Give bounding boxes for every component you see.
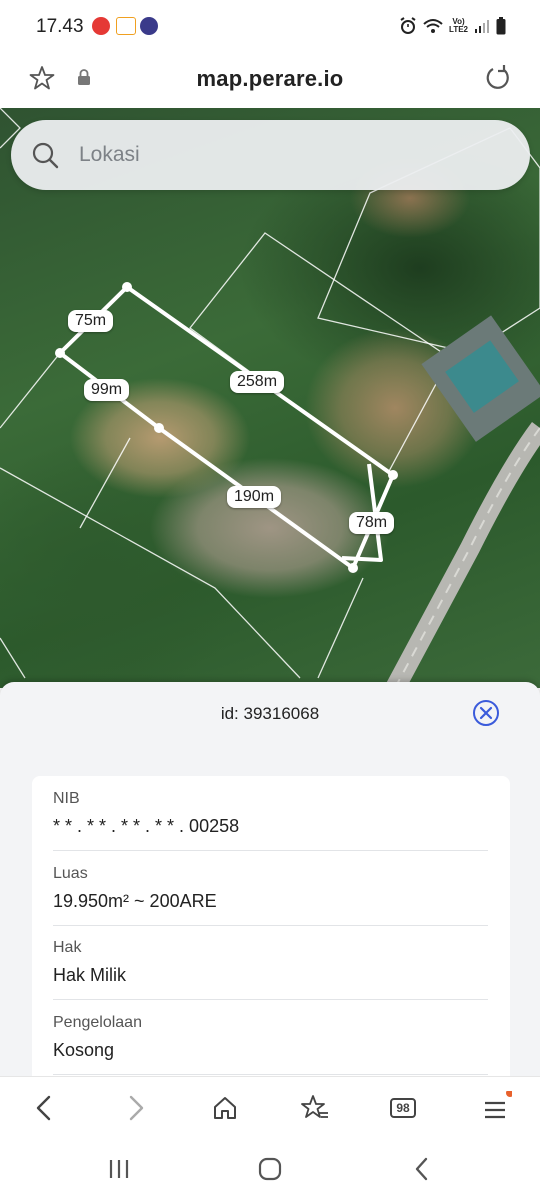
parcel-boundary bbox=[317, 577, 364, 679]
close-icon[interactable] bbox=[472, 699, 500, 727]
app-notification-icon bbox=[116, 17, 136, 35]
measurement-label: 190m bbox=[227, 486, 282, 508]
bookmarks-button[interactable] bbox=[298, 1091, 332, 1125]
browser-toolbar: 98 bbox=[0, 1076, 540, 1138]
parcel-info-panel: id: 39316068 NIB * * . * * . * * . * * .… bbox=[0, 682, 540, 1086]
field-value: Kosong bbox=[53, 1040, 115, 1060]
status-bar: 17.43 Vo) LTE2 bbox=[0, 0, 540, 52]
home-nav-button[interactable] bbox=[253, 1154, 287, 1184]
field-value: 19.950m² ~ 200ARE bbox=[53, 891, 217, 911]
home-circle-icon bbox=[258, 1157, 282, 1181]
home-icon bbox=[214, 1097, 236, 1119]
field-label: NIB bbox=[53, 790, 80, 807]
menu-icon bbox=[485, 1091, 512, 1119]
app-notification-icon bbox=[140, 17, 158, 35]
back-arrow-icon bbox=[415, 1157, 428, 1181]
parcel-boundary bbox=[0, 352, 61, 429]
measurement-label: 78m bbox=[349, 512, 395, 534]
field-hak: Hak Hak Milik bbox=[53, 939, 488, 1000]
browser-url-bar: map.perare.io bbox=[0, 52, 540, 108]
field-label: Pengelolaan bbox=[53, 1014, 142, 1031]
field-label: Luas bbox=[53, 865, 88, 882]
chevron-left-icon bbox=[36, 1095, 51, 1121]
search-input[interactable] bbox=[79, 138, 499, 172]
measurement-label: 258m bbox=[230, 371, 285, 393]
forward-button[interactable] bbox=[119, 1091, 153, 1125]
star-list-icon bbox=[301, 1095, 328, 1118]
map-overlay bbox=[0, 108, 540, 688]
signal-icon bbox=[475, 20, 489, 33]
alarm-icon bbox=[400, 17, 416, 34]
field-nib: NIB * * . * * . * * . * * . 00258 bbox=[53, 790, 488, 851]
field-luas: Luas 19.950m² ~ 200ARE bbox=[53, 865, 488, 926]
tabs-button[interactable]: 98 bbox=[386, 1091, 420, 1125]
search-icon bbox=[32, 142, 59, 169]
menu-button[interactable] bbox=[478, 1091, 512, 1125]
wifi-icon bbox=[423, 19, 443, 33]
recent-apps-button[interactable] bbox=[102, 1154, 136, 1184]
url-text[interactable]: map.perare.io bbox=[0, 66, 540, 92]
network-type: Vo) LTE2 bbox=[449, 17, 468, 34]
notification-dot bbox=[506, 1091, 512, 1097]
app-notification-icon bbox=[92, 17, 110, 35]
recent-apps-icon bbox=[109, 1160, 129, 1178]
parcel-boundary bbox=[189, 232, 451, 474]
parcel-boundary bbox=[0, 637, 26, 679]
field-label: Hak bbox=[53, 939, 82, 956]
parcel-id: id: 39316068 bbox=[220, 704, 320, 723]
home-button[interactable] bbox=[208, 1091, 242, 1125]
measurement-label: 99m bbox=[84, 379, 130, 401]
battery-icon bbox=[496, 17, 506, 35]
system-navigation-bar bbox=[0, 1138, 540, 1200]
field-value: * * . * * . * * . * * . 00258 bbox=[53, 816, 240, 836]
parcel-details-card: NIB * * . * * . * * . * * . 00258 Luas 1… bbox=[32, 776, 510, 1086]
status-indicators: Vo) LTE2 bbox=[399, 15, 506, 37]
field-value: Hak Milik bbox=[53, 965, 127, 985]
parcel-boundary bbox=[79, 437, 131, 529]
back-nav-button[interactable] bbox=[405, 1154, 439, 1184]
back-button[interactable] bbox=[27, 1091, 61, 1125]
satellite-map[interactable]: 75m 258m 99m 190m 78m bbox=[0, 108, 540, 688]
chevron-right-icon bbox=[129, 1095, 144, 1121]
tab-count-icon: 98 bbox=[390, 1098, 416, 1118]
search-bar[interactable] bbox=[11, 120, 530, 190]
reload-icon[interactable] bbox=[484, 64, 512, 92]
field-pengelolaan: Pengelolaan Kosong bbox=[53, 1014, 488, 1075]
measurement-label: 75m bbox=[68, 310, 114, 332]
status-time: 17.43 bbox=[36, 16, 84, 37]
